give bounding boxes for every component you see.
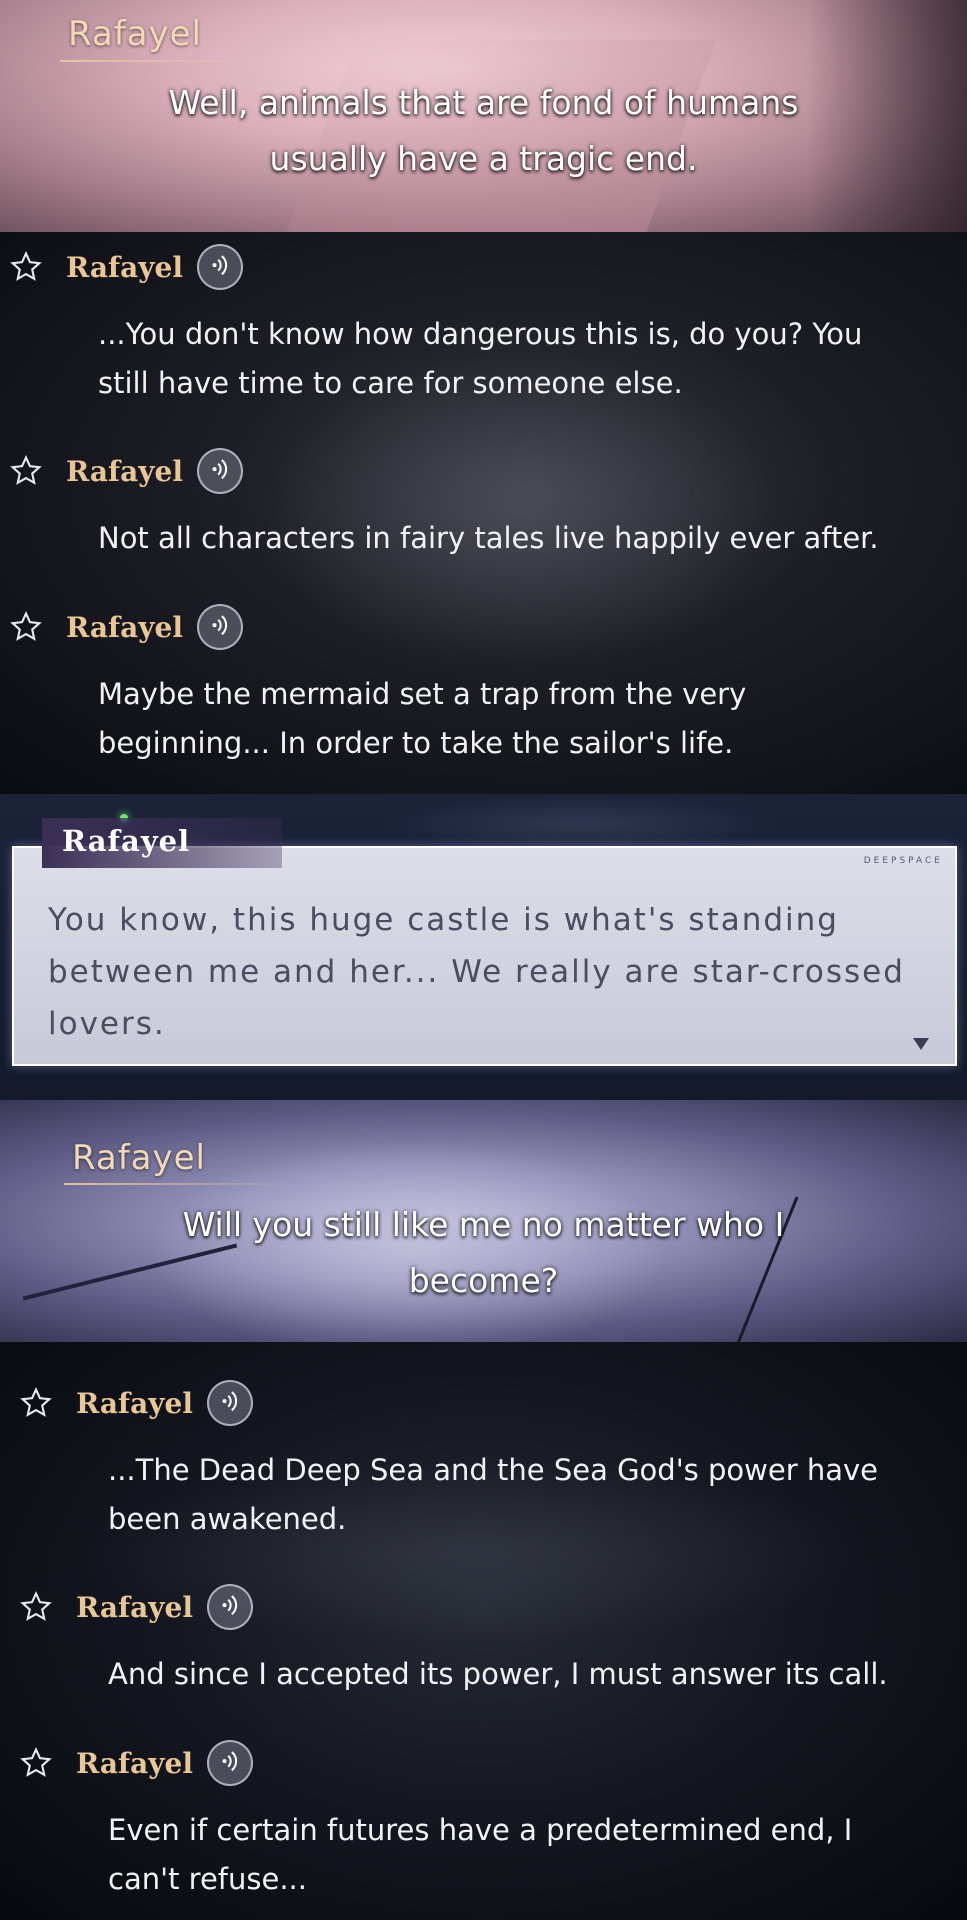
log-text-line: been awakened. [108, 1502, 347, 1536]
subtitle-line: become? [408, 1261, 559, 1300]
log-speaker-name: Rafayel [66, 251, 183, 284]
dialog-text-line: lovers. [48, 1006, 166, 1042]
subtitle-speaker-name: Rafayel [68, 14, 203, 54]
star-icon[interactable] [19, 1590, 53, 1624]
star-icon[interactable] [19, 1746, 53, 1780]
voice-replay-icon[interactable] [197, 604, 243, 650]
star-icon[interactable] [9, 610, 43, 644]
log-speaker-name: Rafayel [66, 611, 183, 644]
log-speaker-name: Rafayel [76, 1591, 193, 1624]
speaker-underline [60, 60, 290, 62]
log-text-line: can't refuse... [108, 1862, 307, 1896]
speaker-underline [64, 1183, 294, 1185]
subtitle-line: usually have a tragic end. [269, 139, 698, 178]
background-figure-shape [380, 794, 780, 854]
log-speaker-name: Rafayel [76, 1747, 193, 1780]
scene-subtitle-2: Rafayel Will you still like me no matter… [0, 1100, 967, 1342]
voice-replay-icon[interactable] [197, 448, 243, 494]
subtitle-line: Will you still like me no matter who I [182, 1205, 785, 1244]
scene-subtitle-1: Rafayel Well, animals that are fond of h… [0, 0, 967, 232]
brand-mark: DEEPSPACE [863, 856, 943, 866]
log-text-line: Maybe the mermaid set a trap from the ve… [98, 677, 747, 711]
dialog-text-line: between me and her... We really are star… [48, 954, 905, 990]
voice-replay-icon[interactable] [207, 1584, 253, 1630]
subtitle-speaker-name: Rafayel [72, 1138, 207, 1178]
dialogue-log-panel-2: Rafayel ...The Dead Deep Sea and the Sea… [0, 1342, 967, 1920]
log-speaker-name: Rafayel [66, 455, 183, 488]
star-icon[interactable] [9, 250, 43, 284]
log-text-line: still have time to care for someone else… [98, 366, 683, 400]
star-icon[interactable] [9, 454, 43, 488]
voice-replay-icon[interactable] [207, 1740, 253, 1786]
log-text-line: And since I accepted its power, I must a… [108, 1657, 888, 1691]
dialogue-log-panel-1: Rafayel ...You don't know how dangerous … [0, 232, 967, 794]
log-text-line: Not all characters in fairy tales live h… [98, 521, 879, 555]
log-text-line: ...You don't know how dangerous this is,… [98, 317, 863, 351]
log-text-line: ...The Dead Deep Sea and the Sea God's p… [108, 1453, 879, 1487]
log-speaker-name: Rafayel [76, 1387, 193, 1420]
log-text-line: beginning... In order to take the sailor… [98, 726, 734, 760]
dialog-speaker-name: Rafayel [62, 824, 191, 858]
dialog-text-line: You know, this huge castle is what's sta… [48, 902, 839, 938]
subtitle-line: Well, animals that are fond of humans [168, 83, 799, 122]
log-text-line: Even if certain futures have a predeterm… [108, 1813, 853, 1847]
voice-replay-icon[interactable] [207, 1380, 253, 1426]
star-icon[interactable] [19, 1386, 53, 1420]
voice-replay-icon[interactable] [197, 244, 243, 290]
